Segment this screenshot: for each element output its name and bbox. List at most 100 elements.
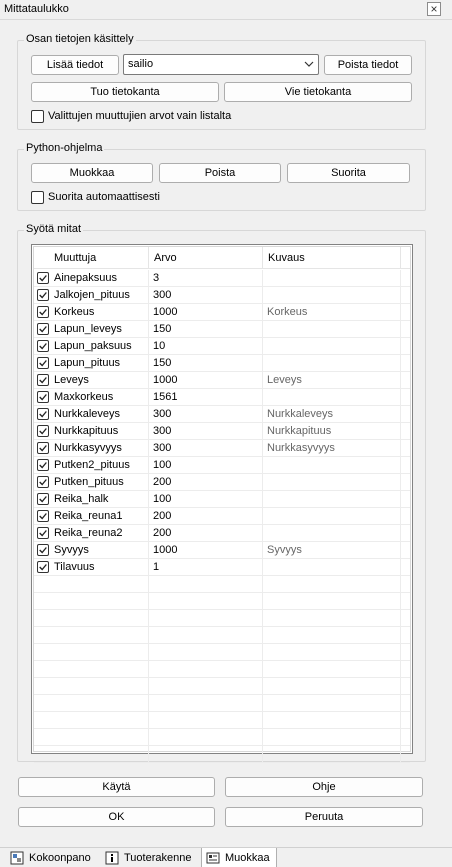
value-cell[interactable]: 300 [149, 406, 263, 423]
variable-cell[interactable]: Reika_reuna2 [34, 525, 149, 542]
row-checkbox[interactable] [37, 323, 49, 335]
row-checkbox[interactable] [37, 459, 49, 471]
table-row[interactable]: Leveys 1000 Leveys [34, 372, 410, 389]
cancel-button[interactable]: Peruuta [225, 807, 423, 827]
checkbox-box[interactable] [31, 190, 44, 204]
row-checkbox[interactable] [37, 493, 49, 505]
variable-cell[interactable]: Lapun_paksuus [34, 338, 149, 355]
description-cell[interactable]: Nurkkaleveys [263, 406, 401, 423]
value-cell[interactable]: 300 [149, 440, 263, 457]
value-cell[interactable]: 200 [149, 508, 263, 525]
value-cell[interactable]: 100 [149, 491, 263, 508]
row-checkbox[interactable] [37, 442, 49, 454]
description-cell[interactable] [263, 355, 401, 372]
edit-script-button[interactable]: Muokkaa [31, 163, 153, 183]
apply-button[interactable]: Käytä [18, 777, 215, 797]
description-cell[interactable] [263, 457, 401, 474]
value-cell[interactable]: 10 [149, 338, 263, 355]
table-row[interactable]: Reika_reuna1 200 [34, 508, 410, 525]
row-checkbox[interactable] [37, 289, 49, 301]
row-checkbox[interactable] [37, 374, 49, 386]
close-button[interactable]: × [427, 2, 441, 16]
part-select[interactable]: sailio [123, 54, 319, 75]
export-database-button[interactable]: Vie tietokanta [224, 82, 412, 102]
delete-data-button[interactable]: Poista tiedot [324, 55, 412, 75]
value-cell[interactable]: 1000 [149, 542, 263, 559]
row-checkbox[interactable] [37, 357, 49, 369]
table-row[interactable]: Korkeus 1000 Korkeus [34, 304, 410, 321]
table-row[interactable]: Lapun_leveys 150 [34, 321, 410, 338]
row-checkbox[interactable] [37, 527, 49, 539]
description-cell[interactable] [263, 474, 401, 491]
description-cell[interactable] [263, 338, 401, 355]
table-row[interactable]: Nurkkasyvyys 300 Nurkkasyvyys [34, 440, 410, 457]
row-checkbox[interactable] [37, 544, 49, 556]
variable-cell[interactable]: Lapun_leveys [34, 321, 149, 338]
table-row[interactable]: Lapun_paksuus 10 [34, 338, 410, 355]
description-cell[interactable] [263, 508, 401, 525]
table-row[interactable]: Putken_pituus 200 [34, 474, 410, 491]
row-checkbox[interactable] [37, 561, 49, 573]
value-cell[interactable]: 300 [149, 423, 263, 440]
value-cell[interactable]: 3 [149, 270, 263, 287]
row-checkbox[interactable] [37, 425, 49, 437]
description-cell[interactable] [263, 491, 401, 508]
variable-cell[interactable]: Reika_reuna1 [34, 508, 149, 525]
value-cell[interactable]: 1000 [149, 372, 263, 389]
table-row[interactable]: Syvyys 1000 Syvyys [34, 542, 410, 559]
table-row[interactable]: Ainepaksuus 3 [34, 270, 410, 287]
variable-cell[interactable]: Korkeus [34, 304, 149, 321]
variable-cell[interactable]: Lapun_pituus [34, 355, 149, 372]
variable-cell[interactable]: Tilavuus [34, 559, 149, 576]
value-cell[interactable]: 150 [149, 355, 263, 372]
run-automatically-checkbox[interactable]: Suorita automaattisesti [31, 190, 160, 204]
variable-cell[interactable]: Nurkkaleveys [34, 406, 149, 423]
variable-cell[interactable]: Putken2_pituus [34, 457, 149, 474]
description-cell[interactable]: Nurkkasyvyys [263, 440, 401, 457]
description-cell[interactable]: Nurkkapituus [263, 423, 401, 440]
description-cell[interactable] [263, 287, 401, 304]
table-row[interactable]: Reika_reuna2 200 [34, 525, 410, 542]
row-checkbox[interactable] [37, 476, 49, 488]
row-checkbox[interactable] [37, 408, 49, 420]
help-button[interactable]: Ohje [225, 777, 423, 797]
row-checkbox[interactable] [37, 510, 49, 522]
row-checkbox[interactable] [37, 272, 49, 284]
description-cell[interactable] [263, 389, 401, 406]
column-header-value[interactable]: Arvo [149, 247, 263, 269]
value-cell[interactable]: 200 [149, 474, 263, 491]
variable-cell[interactable]: Leveys [34, 372, 149, 389]
description-cell[interactable] [263, 270, 401, 287]
variable-cell[interactable]: Reika_halk [34, 491, 149, 508]
column-header-variable[interactable]: Muuttuja [49, 247, 149, 269]
variable-cell[interactable]: Jalkojen_pituus [34, 287, 149, 304]
tab-muokkaa[interactable]: Muokkaa [201, 848, 277, 867]
table-row[interactable]: Nurkkaleveys 300 Nurkkaleveys [34, 406, 410, 423]
value-cell[interactable]: 200 [149, 525, 263, 542]
table-row[interactable]: Jalkojen_pituus 300 [34, 287, 410, 304]
variable-cell[interactable]: Ainepaksuus [34, 270, 149, 287]
table-row[interactable]: Putken2_pituus 100 [34, 457, 410, 474]
variable-cell[interactable]: Maxkorkeus [34, 389, 149, 406]
ok-button[interactable]: OK [18, 807, 215, 827]
column-header-description[interactable]: Kuvaus [263, 247, 401, 269]
add-data-button[interactable]: Lisää tiedot [31, 55, 119, 75]
table-row[interactable]: Tilavuus 1 [34, 559, 410, 576]
value-cell[interactable]: 1561 [149, 389, 263, 406]
description-cell[interactable] [263, 321, 401, 338]
delete-script-button[interactable]: Poista [159, 163, 281, 183]
table-row[interactable]: Lapun_pituus 150 [34, 355, 410, 372]
table-row[interactable]: Maxkorkeus 1561 [34, 389, 410, 406]
value-cell[interactable]: 300 [149, 287, 263, 304]
description-cell[interactable]: Leveys [263, 372, 401, 389]
row-checkbox[interactable] [37, 340, 49, 352]
list-values-only-checkbox[interactable]: Valittujen muuttujien arvot vain listalt… [31, 109, 231, 123]
description-cell[interactable] [263, 525, 401, 542]
value-cell[interactable]: 150 [149, 321, 263, 338]
value-cell[interactable]: 1000 [149, 304, 263, 321]
tab-tuoterakenne[interactable]: Tuoterakenne [101, 848, 197, 867]
table-row[interactable]: Nurkkapituus 300 Nurkkapituus [34, 423, 410, 440]
table-row[interactable]: Reika_halk 100 [34, 491, 410, 508]
tab-kokoonpano[interactable]: Kokoonpano [6, 848, 97, 867]
import-database-button[interactable]: Tuo tietokanta [31, 82, 219, 102]
